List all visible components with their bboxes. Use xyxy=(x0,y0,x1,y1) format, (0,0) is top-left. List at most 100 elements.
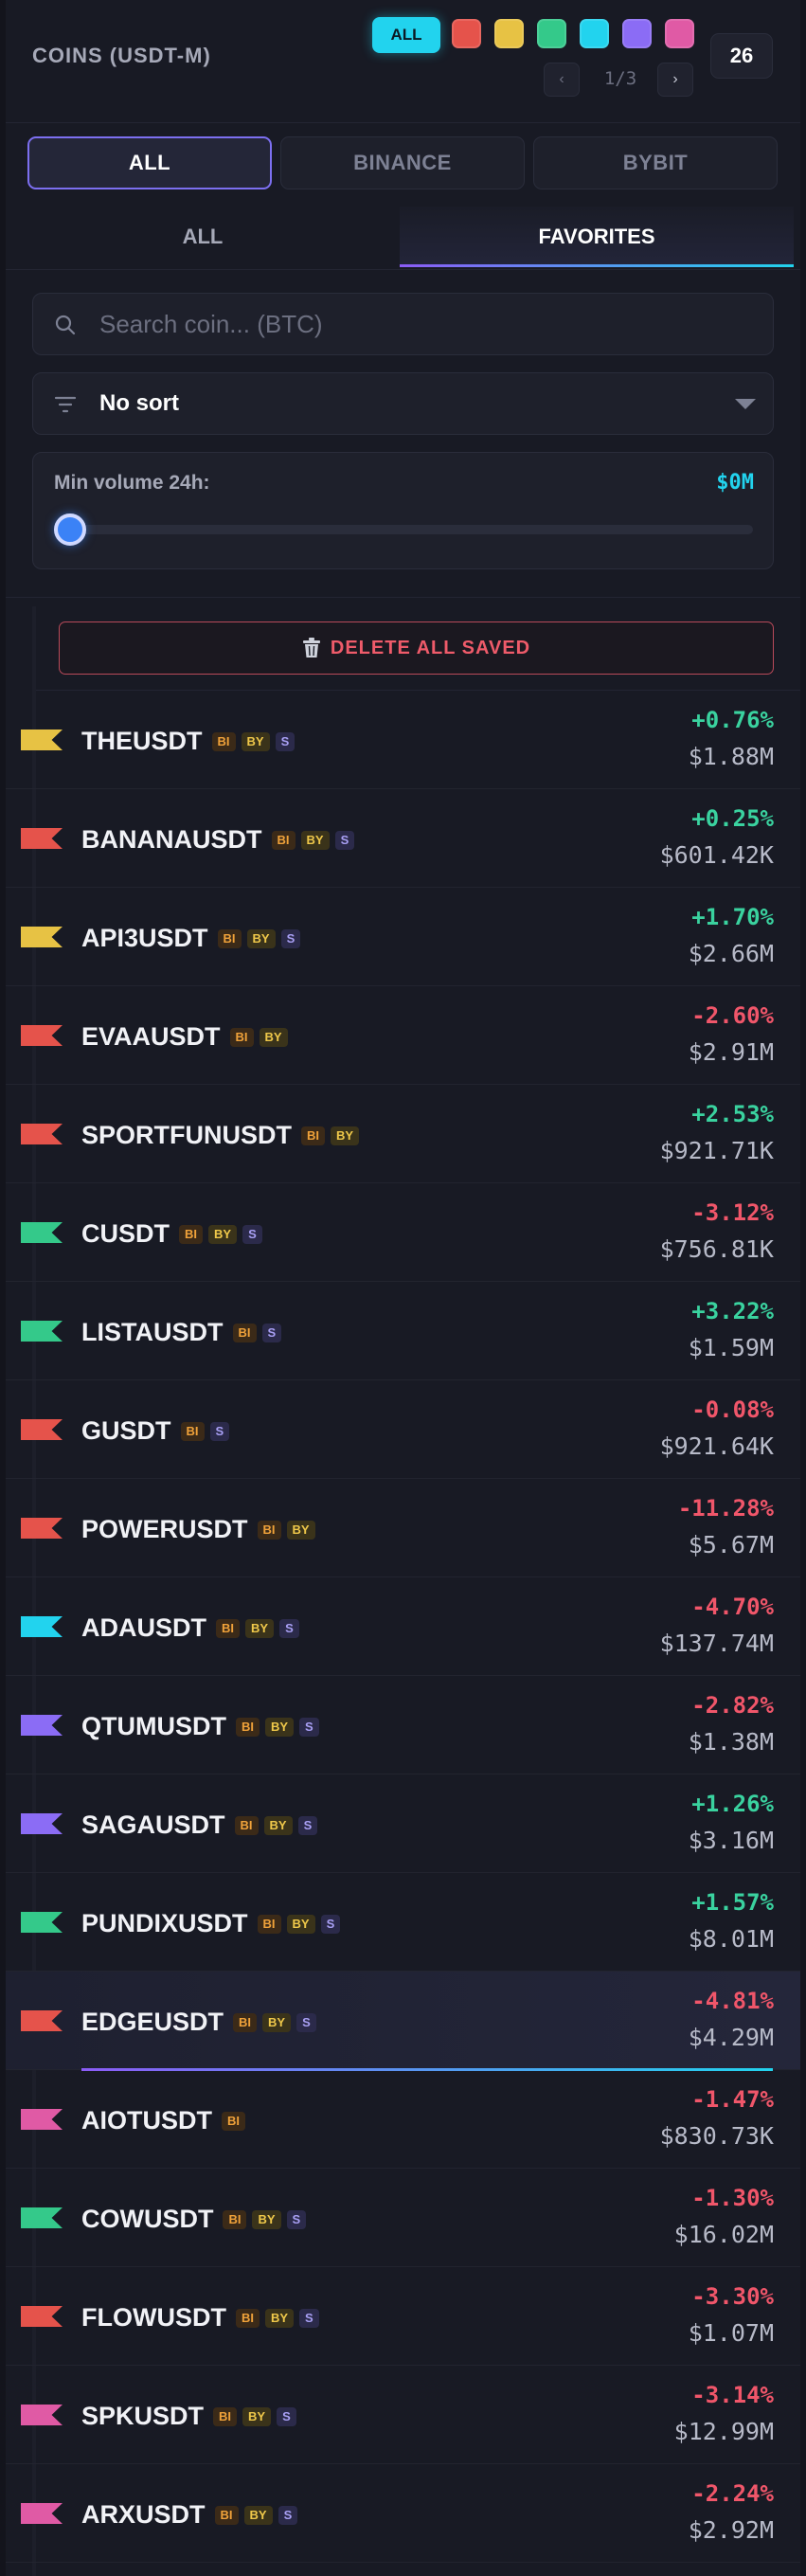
list-tab-favorites[interactable]: FAVORITES xyxy=(400,207,794,267)
sort-select[interactable]: No sort xyxy=(32,372,774,435)
delete-all-saved-button[interactable]: DELETE ALL SAVED xyxy=(59,621,774,675)
coin-symbol: CUSDT BI BY S xyxy=(81,1219,262,1249)
min-volume-slider-thumb[interactable] xyxy=(54,513,86,546)
exchange-badges: BI BY S xyxy=(217,929,301,948)
flag-icon[interactable] xyxy=(21,730,63,750)
min-volume-slider-track[interactable] xyxy=(54,525,753,534)
coin-row[interactable]: EVAAUSDT BI BY -2.60% $2.91M xyxy=(6,986,800,1085)
exchange-badge: BI xyxy=(235,2309,260,2328)
flag-icon[interactable] xyxy=(21,828,63,849)
flag-icon[interactable] xyxy=(21,1616,63,1637)
exchange-badges: BI BY S xyxy=(257,1915,341,1934)
coin-row[interactable]: LISTAUSDT BI S +3.22% $1.59M xyxy=(6,1282,800,1380)
coin-symbol-text: GUSDT xyxy=(81,1416,171,1445)
flag-icon[interactable] xyxy=(21,1321,63,1342)
coin-symbol-text: SPORTFUNUSDT xyxy=(81,1121,292,1149)
coin-row[interactable]: SPORTFUNUSDT BI BY +2.53% $921.71K xyxy=(6,1085,800,1183)
volume-24h: $2.91M xyxy=(688,1038,774,1066)
volume-24h: $3.16M xyxy=(688,1827,774,1854)
color-filter-all-button[interactable]: ALL xyxy=(372,17,440,53)
exchange-tab-binance[interactable]: BINANCE xyxy=(280,136,525,189)
sort-selected-value: No sort xyxy=(99,390,179,416)
flag-icon[interactable] xyxy=(21,1518,63,1539)
coin-row[interactable]: ARXUSDT BI BY S -2.24% $2.92M xyxy=(6,2464,800,2563)
min-volume-label: Min volume 24h: xyxy=(54,472,210,494)
coin-row[interactable]: THEUSDT BI BY S +0.76% $1.88M xyxy=(6,691,800,789)
volume-24h: $921.64K xyxy=(659,1432,774,1460)
exchange-badges: BI BY S xyxy=(213,2407,296,2426)
exchange-badge: S xyxy=(286,2210,307,2229)
coin-row[interactable]: QTUMUSDT BI BY S -2.82% $1.38M xyxy=(6,1676,800,1774)
color-filter-swatch[interactable] xyxy=(580,19,609,48)
flag-icon[interactable] xyxy=(21,2405,63,2425)
chevron-down-icon xyxy=(735,399,756,409)
coin-symbol-text: ARXUSDT xyxy=(81,2500,206,2529)
exchange-badge: S xyxy=(279,1619,299,1638)
coin-row[interactable]: SAGAUSDT BI BY S +1.26% $3.16M xyxy=(6,1774,800,1873)
volume-24h: $5.67M xyxy=(688,1531,774,1558)
flag-icon[interactable] xyxy=(21,1124,63,1144)
exchange-badge: S xyxy=(209,1422,230,1441)
exchange-badges: BI BY S xyxy=(235,2309,319,2328)
color-filter-swatch[interactable] xyxy=(665,19,694,48)
search-input[interactable] xyxy=(99,294,753,354)
coin-row[interactable]: ADAUSDT BI BY S -4.70% $137.74M xyxy=(6,1577,800,1676)
exchange-badge: S xyxy=(280,929,301,948)
coins-panel: COINS (USDT-M) ALL ‹ 1/3 › 26 ALL BINANC… xyxy=(6,0,800,2576)
coin-symbol-text: QTUMUSDT xyxy=(81,1712,226,1740)
coin-row[interactable]: EDGEUSDT BI BY S -4.81% $4.29M xyxy=(6,1972,800,2071)
coin-symbol-text: EVAAUSDT xyxy=(81,1022,221,1051)
color-filter-swatch[interactable] xyxy=(622,19,652,48)
divider xyxy=(6,269,800,270)
volume-24h: $1.07M xyxy=(688,2319,774,2347)
coin-symbol: THEUSDT BI BY S xyxy=(81,727,296,756)
flag-icon[interactable] xyxy=(21,2109,63,2130)
flag-icon[interactable] xyxy=(21,1813,63,1834)
coin-row[interactable]: SPKUSDT BI BY S -3.14% $12.99M xyxy=(6,2366,800,2464)
price-change: +0.25% xyxy=(691,805,774,832)
exchange-badge: S xyxy=(275,732,296,751)
divider xyxy=(6,597,800,598)
exchange-badge: S xyxy=(277,2407,296,2426)
coin-row[interactable]: API3USDT BI BY S +1.70% $2.66M xyxy=(6,888,800,986)
exchange-badge: BI xyxy=(223,2210,247,2229)
price-change: -4.81% xyxy=(691,1988,774,2014)
flag-icon[interactable] xyxy=(21,927,63,947)
color-filter-swatch[interactable] xyxy=(452,19,481,48)
coin-row[interactable]: AIOTUSDT BI -1.47% $830.73K xyxy=(6,2070,800,2169)
exchange-badge: BI xyxy=(229,1028,254,1047)
coin-symbol-text: AIOTUSDT xyxy=(81,2106,212,2135)
flag-icon[interactable] xyxy=(21,2010,63,2031)
coin-row[interactable]: BANANAUSDT BI BY S +0.25% $601.42K xyxy=(6,789,800,888)
exchange-tab-all[interactable]: ALL xyxy=(27,136,272,189)
coin-row[interactable]: FLOWUSDT BI BY S -3.30% $1.07M xyxy=(6,2267,800,2366)
prev-page-button[interactable]: ‹ xyxy=(544,63,580,97)
min-volume-filter: Min volume 24h: $0M xyxy=(32,452,774,569)
exchange-badge: BI xyxy=(257,1915,281,1934)
exchange-badge: BY xyxy=(259,1028,288,1047)
exchange-badge: BI xyxy=(180,1422,205,1441)
exchange-tab-bybit[interactable]: BYBIT xyxy=(533,136,778,189)
coin-row[interactable]: COWUSDT BI BY S -1.30% $16.02M xyxy=(6,2169,800,2267)
flag-icon[interactable] xyxy=(21,1419,63,1440)
volume-24h: $16.02M xyxy=(673,2221,774,2248)
color-filter-swatch[interactable] xyxy=(494,19,524,48)
list-tab-all[interactable]: ALL xyxy=(6,207,400,267)
exchange-badge: BY xyxy=(241,732,270,751)
volume-24h: $1.38M xyxy=(688,1728,774,1756)
flag-icon[interactable] xyxy=(21,2306,63,2327)
flag-icon[interactable] xyxy=(21,1025,63,1046)
flag-icon[interactable] xyxy=(21,1715,63,1736)
flag-icon[interactable] xyxy=(21,2207,63,2228)
exchange-badge: BI xyxy=(216,1619,240,1638)
coin-row[interactable]: POWERUSDT BI BY -11.28% $5.67M xyxy=(6,1479,800,1577)
exchange-badges: BI BY S xyxy=(235,1718,319,1737)
flag-icon[interactable] xyxy=(21,1912,63,1933)
coin-row[interactable]: GUSDT BI S -0.08% $921.64K xyxy=(6,1380,800,1479)
color-filter-swatch[interactable] xyxy=(537,19,566,48)
flag-icon[interactable] xyxy=(21,2503,63,2524)
flag-icon[interactable] xyxy=(21,1222,63,1243)
coin-row[interactable]: PUNDIXUSDT BI BY S +1.57% $8.01M xyxy=(6,1873,800,1972)
coin-row[interactable]: CUSDT BI BY S -3.12% $756.81K xyxy=(6,1183,800,1282)
next-page-button[interactable]: › xyxy=(657,63,693,97)
